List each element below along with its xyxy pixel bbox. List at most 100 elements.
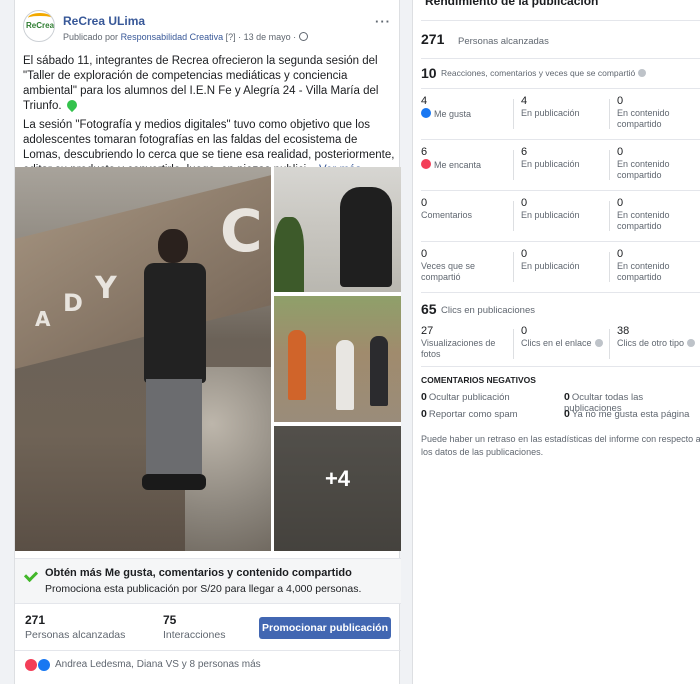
likes-on-post-label: En publicación bbox=[521, 108, 580, 118]
comments-on-post-value: 0 bbox=[521, 197, 528, 209]
link-clicks-label: Clics en el enlace bbox=[521, 338, 592, 348]
like-reaction-icon bbox=[38, 659, 50, 671]
comments-shared: 0 En contenido compartido bbox=[617, 198, 700, 232]
photo-main[interactable]: A D Y C bbox=[15, 167, 271, 551]
engagement-label: Reacciones, comentarios y veces que se c… bbox=[441, 68, 647, 78]
loves-total: 6 Me encanta bbox=[421, 147, 481, 171]
loves-shared: 0 En contenido compartido bbox=[617, 147, 700, 181]
comments-row: 0 Comentarios 0 En publicación 0 En conteni… bbox=[421, 190, 700, 241]
interactions-label: Interacciones bbox=[163, 629, 226, 641]
engagement-value: 10 bbox=[421, 65, 437, 81]
post-paragraph-1: El sábado 11, integrantes de Recrea ofre… bbox=[23, 54, 395, 114]
photo-person bbox=[130, 229, 210, 519]
boost-title: Obtén más Me gusta, comentarios y conten… bbox=[45, 567, 352, 579]
likes-total: 4 Me gusta bbox=[421, 96, 471, 120]
reactions-row[interactable]: Andrea Ledesma, Diana VS y 8 personas má… bbox=[15, 650, 401, 678]
interactions-value: 75 bbox=[163, 613, 177, 627]
post-header: ReCrea ReCrea ULima Publicado por Respon… bbox=[23, 10, 393, 46]
negative-title: COMENTARIOS NEGATIVOS bbox=[421, 375, 536, 385]
shares-row: 0 Veces que se compartió 0 En publicación … bbox=[421, 241, 700, 292]
meta-prefix: Publicado por bbox=[63, 32, 119, 42]
negative-label: Ya no me gusta esta página bbox=[571, 409, 690, 420]
divider bbox=[513, 329, 514, 359]
photo-views: 27 Visualizaciones de fotos bbox=[421, 326, 507, 360]
divider bbox=[609, 99, 610, 129]
person-torso bbox=[144, 263, 206, 383]
shares-shared-label: En contenido compartido bbox=[617, 261, 670, 282]
performance-panel: Rendimiento de la publicación 271 Person… bbox=[412, 0, 700, 684]
comments-shared-label: En contenido compartido bbox=[617, 210, 670, 231]
divider bbox=[513, 252, 514, 282]
more-photos-count[interactable]: +4 bbox=[274, 466, 401, 492]
negative-value: 0 bbox=[564, 408, 570, 420]
shares-on-post-value: 0 bbox=[521, 248, 528, 260]
comments-total-value: 0 bbox=[421, 197, 428, 209]
clicks-value: 65 bbox=[421, 301, 437, 317]
shares-on-post-label: En publicación bbox=[521, 261, 580, 271]
likes-on-post: 4 En publicación bbox=[521, 96, 580, 119]
love-icon bbox=[421, 159, 431, 169]
reach-value: 271 bbox=[25, 613, 46, 627]
panel-title: Rendimiento de la publicación bbox=[425, 0, 599, 8]
promote-post-button[interactable]: Promocionar publicación bbox=[259, 617, 391, 639]
other-clicks-label: Clics de otro tipo bbox=[617, 338, 685, 348]
negative-value: 0 bbox=[421, 391, 427, 403]
comments-on-post: 0 En publicación bbox=[521, 198, 580, 221]
other-clicks-value: 38 bbox=[617, 325, 630, 337]
comments-total: 0 Comentarios bbox=[421, 198, 472, 221]
avatar-logo-text: ReCrea bbox=[26, 21, 55, 30]
other-clicks: 38 Clics de otro tipo bbox=[617, 325, 696, 349]
clicks-label: Clics en publicaciones bbox=[441, 305, 535, 316]
person-shoes bbox=[142, 474, 206, 490]
love-reaction-icon bbox=[25, 659, 37, 671]
checkmark-icon bbox=[23, 567, 39, 583]
shares-total: 0 Veces que se compartió bbox=[421, 249, 507, 283]
loves-total-value: 6 bbox=[421, 146, 428, 158]
wall-letter: A bbox=[35, 307, 51, 331]
shares-total-value: 0 bbox=[421, 248, 428, 260]
panel-reach-label: Personas alcanzadas bbox=[458, 36, 549, 47]
likes-on-post-value: 4 bbox=[521, 95, 528, 107]
photo-grid: A D Y C +4 bbox=[15, 167, 401, 551]
meta-author-link[interactable]: Responsabilidad Creativa bbox=[121, 32, 224, 42]
info-icon[interactable] bbox=[687, 339, 696, 347]
more-options-button[interactable]: ··· bbox=[375, 14, 391, 29]
info-icon[interactable] bbox=[594, 339, 603, 347]
photo-person bbox=[336, 340, 354, 410]
engagement-row: 10 Reacciones, comentarios y veces que s… bbox=[421, 58, 700, 88]
photo-views-label: Visualizaciones de fotos bbox=[421, 338, 496, 359]
negative-unlike-page: 0 Ya no me gusta esta página bbox=[564, 408, 689, 420]
boost-banner: Obtén más Me gusta, comentarios y conten… bbox=[15, 558, 401, 604]
wall-letter: C bbox=[220, 197, 263, 265]
photo-2[interactable] bbox=[274, 167, 401, 292]
comments-on-post-label: En publicación bbox=[521, 210, 580, 220]
negative-hide-post: 0 Ocultar publicación bbox=[421, 391, 510, 403]
person-legs bbox=[146, 379, 202, 474]
post-meta: Publicado por Responsabilidad Creativa [… bbox=[63, 32, 308, 42]
page-avatar[interactable]: ReCrea bbox=[23, 10, 55, 42]
loves-on-post: 6 En publicación bbox=[521, 147, 580, 170]
likes-shared: 0 En contenido compartido bbox=[617, 96, 700, 130]
info-icon[interactable] bbox=[638, 69, 647, 77]
comments-shared-value: 0 bbox=[617, 197, 624, 209]
comments-label: Comentarios bbox=[421, 210, 473, 220]
engagement-label-text: Reacciones, comentarios y veces que se c… bbox=[441, 68, 636, 78]
reactors-list[interactable]: Andrea Ledesma, Diana VS y 8 personas má… bbox=[55, 659, 261, 670]
meta-suffix: [?] · 13 de mayo · bbox=[225, 32, 297, 42]
page-name-link[interactable]: ReCrea ULima bbox=[63, 14, 145, 28]
divider bbox=[513, 150, 514, 180]
photo-3[interactable] bbox=[274, 296, 401, 422]
wall-letter: D bbox=[63, 289, 83, 317]
loves-label: Me encanta bbox=[434, 160, 482, 170]
shares-shared: 0 En contenido compartido bbox=[617, 249, 700, 283]
likes-row: 4 Me gusta 4 En publicación 0 En contenido … bbox=[421, 88, 700, 139]
photo-views-value: 27 bbox=[421, 325, 434, 337]
reach-label: Personas alcanzadas bbox=[25, 629, 126, 641]
panel-reach-value: 271 bbox=[421, 31, 445, 47]
photo-4[interactable]: +4 bbox=[274, 426, 401, 551]
divider bbox=[513, 99, 514, 129]
loves-on-post-label: En publicación bbox=[521, 159, 580, 169]
negative-value: 0 bbox=[421, 408, 427, 420]
clicks-row: 65 Clics en publicaciones 27 Visualizacio… bbox=[421, 292, 700, 366]
divider bbox=[609, 201, 610, 231]
